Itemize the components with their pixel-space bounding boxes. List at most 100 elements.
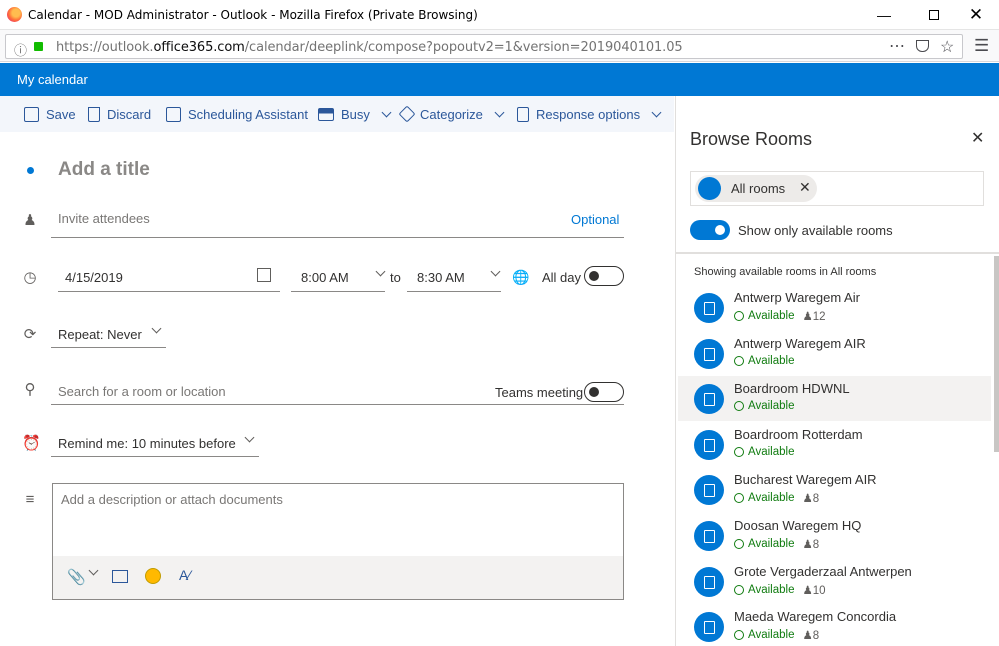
optional-attendees-link[interactable]: Optional xyxy=(571,212,619,227)
room-status: Available ♟8 xyxy=(734,628,819,642)
all-rooms-chip[interactable]: All rooms ✕ xyxy=(695,175,817,202)
room-icon xyxy=(694,612,724,642)
paperclip-icon[interactable]: 📎 xyxy=(67,568,86,586)
chevron-down-icon[interactable] xyxy=(151,323,162,334)
start-time-dropdown[interactable]: 8:00 AM xyxy=(301,270,349,285)
room-item[interactable]: Antwerp Waregem AIR Available xyxy=(678,331,991,376)
check-icon xyxy=(734,493,744,503)
chevron-down-icon xyxy=(494,107,505,117)
person-icon: ♟ xyxy=(23,212,37,229)
start-time-underline xyxy=(291,291,385,292)
repeat-dropdown[interactable]: Repeat: Never xyxy=(58,327,142,342)
close-icon[interactable]: ✕ xyxy=(971,128,984,148)
reminder-underline xyxy=(51,456,259,457)
firefox-logo-icon xyxy=(7,7,22,22)
room-name: Boardroom Rotterdam xyxy=(734,427,863,442)
chevron-down-icon xyxy=(651,107,662,117)
available-only-toggle[interactable] xyxy=(690,220,730,240)
url-text[interactable]: https://outlook.office365.com/calendar/d… xyxy=(56,40,683,55)
room-item[interactable]: Maeda Waregem Concordia Available ♟8 xyxy=(678,604,991,646)
image-icon[interactable] xyxy=(112,570,128,583)
close-window-button[interactable]: ✕ xyxy=(953,0,999,30)
clock-icon: ◷ xyxy=(23,269,37,286)
room-item[interactable]: Antwerp Waregem Air Available ♟12 xyxy=(678,285,991,330)
chevron-down-icon[interactable] xyxy=(490,266,501,277)
scrollbar[interactable] xyxy=(994,256,999,452)
room-item[interactable]: Boardroom Rotterdam Available xyxy=(678,422,991,467)
room-item[interactable]: Bucharest Waregem AIR Available ♟8 xyxy=(678,467,991,512)
reminder-dropdown[interactable]: Remind me: 10 minutes before xyxy=(58,436,236,451)
location-input[interactable]: Search for a room or location xyxy=(58,384,226,399)
tag-icon xyxy=(398,105,416,123)
start-date-input[interactable]: 4/15/2019 xyxy=(65,270,123,285)
editor-icon[interactable]: A⁄ xyxy=(179,567,191,583)
allday-toggle[interactable] xyxy=(584,266,624,286)
room-name: Doosan Waregem HQ xyxy=(734,518,862,533)
allday-label: All day xyxy=(542,270,582,285)
description-lines-icon: ≡ xyxy=(25,491,35,508)
save-button[interactable]: Save xyxy=(24,96,76,132)
description-box[interactable]: Add a description or attach documents 📎 … xyxy=(52,483,624,600)
room-name: Boardroom HDWNL xyxy=(734,381,850,396)
capacity: ♟10 xyxy=(802,585,826,597)
response-options-dropdown[interactable]: Response options xyxy=(517,96,662,132)
emoji-icon[interactable] xyxy=(145,568,161,584)
capacity: ♟8 xyxy=(802,630,820,642)
teams-toggle[interactable] xyxy=(584,382,624,402)
title-input[interactable]: Add a title xyxy=(58,159,150,181)
bookmark-star-icon[interactable]: ☆ xyxy=(940,37,954,57)
chip-remove-icon[interactable]: ✕ xyxy=(799,179,811,196)
minimize-button[interactable]: — xyxy=(861,0,907,30)
browse-rooms-panel: Browse Rooms ✕ All rooms ✕ Show only ava… xyxy=(675,96,999,646)
address-bar[interactable]: ⓘ https://outlook.office365.com/calendar… xyxy=(5,34,963,59)
room-icon xyxy=(694,339,724,369)
scheduling-assistant-button[interactable]: Scheduling Assistant xyxy=(166,96,308,132)
room-name: Grote Vergaderzaal Antwerpen xyxy=(734,564,912,579)
categorize-dropdown[interactable]: Categorize xyxy=(398,96,505,132)
location-pin-icon: ⚲ xyxy=(24,381,36,398)
app-header: My calendar xyxy=(0,63,999,96)
busy-dropdown[interactable]: Busy xyxy=(318,96,392,132)
chevron-down-icon[interactable] xyxy=(375,266,386,277)
check-icon xyxy=(734,401,744,411)
maximize-button[interactable] xyxy=(911,0,957,30)
busy-icon xyxy=(318,107,334,121)
timezone-globe-icon[interactable]: 🌐 xyxy=(512,269,529,286)
description-input[interactable]: Add a description or attach documents xyxy=(61,492,283,507)
room-status: Available ♟12 xyxy=(734,309,826,323)
room-name: Antwerp Waregem AIR xyxy=(734,336,866,351)
chevron-down-icon[interactable] xyxy=(88,565,99,576)
check-icon xyxy=(734,539,744,549)
date-underline xyxy=(58,291,280,292)
room-item[interactable]: Grote Vergaderzaal Antwerpen Available ♟1… xyxy=(678,559,991,604)
end-time-dropdown[interactable]: 8:30 AM xyxy=(417,270,465,285)
category-dot xyxy=(27,167,34,174)
chevron-down-icon[interactable] xyxy=(244,432,255,443)
page-actions-icon[interactable]: ⋯ xyxy=(889,36,905,56)
room-item[interactable]: Boardroom HDWNL Available xyxy=(678,376,991,421)
info-icon[interactable]: ⓘ xyxy=(14,40,27,59)
pocket-icon[interactable] xyxy=(916,40,929,52)
navigation-bar: ⓘ https://outlook.office365.com/calendar… xyxy=(0,30,999,62)
room-icon xyxy=(694,567,724,597)
room-status: Available ♟10 xyxy=(734,583,826,597)
attendees-input[interactable]: Invite attendees xyxy=(58,211,150,226)
alarm-clock-icon: ⏰ xyxy=(22,435,41,452)
calendar-icon[interactable] xyxy=(257,268,271,282)
room-status: Available xyxy=(734,355,794,367)
panel-title: Browse Rooms xyxy=(690,129,813,149)
room-icon xyxy=(694,430,724,460)
building-icon xyxy=(698,177,721,200)
capacity: ♟12 xyxy=(802,311,826,323)
room-filter-box[interactable]: All rooms ✕ xyxy=(690,171,984,206)
check-icon xyxy=(734,447,744,457)
discard-button[interactable]: Discard xyxy=(88,96,151,132)
to-label: to xyxy=(390,270,401,285)
trash-icon xyxy=(88,106,100,122)
menu-icon[interactable]: ☰ xyxy=(974,36,989,56)
room-icon xyxy=(694,384,724,414)
room-item[interactable]: Doosan Waregem HQ Available ♟8 xyxy=(678,513,991,558)
capacity: ♟8 xyxy=(802,493,820,505)
room-name: Bucharest Waregem AIR xyxy=(734,472,877,487)
room-icon xyxy=(694,521,724,551)
